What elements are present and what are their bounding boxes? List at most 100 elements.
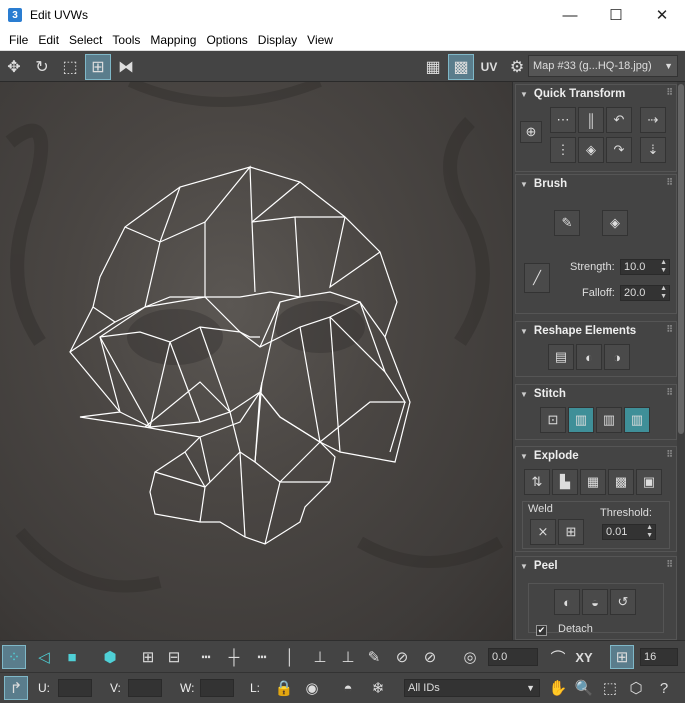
flip-horizontal-icon[interactable]: ⇢ (640, 107, 666, 133)
rollout-header-reshape[interactable]: ▼ Reshape Elements ⠿ (516, 322, 676, 340)
menu-tools[interactable]: Tools (107, 33, 145, 47)
rotation-field[interactable]: 0.0 (488, 648, 538, 666)
lock-icon[interactable]: 🔒 (272, 676, 296, 700)
explode-polygon-icon[interactable]: ▦ (580, 469, 606, 495)
ids-dropdown[interactable]: All IDs ▼ (404, 679, 540, 697)
menu-edit[interactable]: Edit (33, 33, 64, 47)
break-icon[interactable]: ⇅ (524, 469, 550, 495)
unpin-icon[interactable]: ⊥ (336, 645, 360, 669)
strength-value: 10.0 (624, 261, 646, 273)
edge-select-icon[interactable]: ◁ (32, 645, 56, 669)
rollout-header-quick-transform[interactable]: ▼ Quick Transform ⠿ (516, 85, 676, 103)
stitch-average-icon[interactable]: ▥ (596, 407, 622, 433)
mirror-icon[interactable]: ⧓ (113, 54, 139, 80)
element-select-icon[interactable]: ⬢ (98, 645, 122, 669)
relax-icon[interactable]: ◐ (576, 344, 602, 370)
maximize-button[interactable]: ☐ (593, 0, 639, 30)
threshold-spinner[interactable]: 0.01 ▲ ▼ (602, 524, 656, 540)
u-field[interactable] (58, 679, 92, 697)
visibility-eye-icon[interactable]: ◉ (300, 676, 324, 700)
edge-loop-icon[interactable]: │ (278, 645, 302, 669)
falloff-spinner[interactable]: 20.0 ▲ ▼ (620, 285, 670, 301)
align-vertical-icon[interactable]: ⋮ (550, 137, 576, 163)
reset-peel-icon[interactable]: ↺ (610, 589, 636, 615)
map-settings-icon[interactable]: ⚙ (504, 54, 530, 80)
absolute-mode-icon[interactable]: ↱ (4, 676, 28, 700)
space-vertical-icon[interactable]: ║ (578, 107, 604, 133)
scale-icon[interactable]: ⬚ (57, 54, 83, 80)
strength-spinner[interactable]: 10.0 ▲ ▼ (620, 259, 670, 275)
freeform-icon[interactable]: ⊞ (85, 53, 111, 80)
rotate-icon[interactable]: ↻ (29, 54, 55, 80)
minimize-button[interactable]: — (547, 0, 593, 30)
stitch-source-icon[interactable]: ▥ (568, 407, 594, 433)
menu-select[interactable]: Select (64, 33, 107, 47)
space-horizontal-icon[interactable]: ◈ (578, 137, 604, 163)
shrink-selection-icon[interactable]: ⊟ (162, 645, 186, 669)
rotate-cw-icon[interactable]: ↷ (606, 137, 632, 163)
stitch-custom-icon[interactable]: ⊡ (540, 407, 566, 433)
grid-snap-icon[interactable]: ⊞ (610, 645, 634, 669)
texture-checker-icon[interactable]: ▩ (448, 53, 474, 80)
rollout-header-peel[interactable]: ▼ Peel ⠿ (516, 557, 676, 575)
polygon-select-icon[interactable]: ■ (60, 645, 84, 669)
uv-toggle-button[interactable]: UV (476, 54, 502, 80)
rollout-header-brush[interactable]: ▼ Brush ⠿ (516, 175, 676, 193)
relax-brush-icon[interactable]: ◈ (602, 210, 628, 236)
weld-selected-icon[interactable]: ⨯ (530, 519, 556, 545)
ring-grow-icon[interactable]: ┼ (222, 645, 246, 669)
zoom-extents-icon[interactable]: ⬡ (624, 676, 648, 700)
vertex-select-icon[interactable]: ⁘ (2, 645, 26, 669)
map-dropdown[interactable]: Map #33 (g...HQ-18.jpg) ▼ (528, 55, 678, 77)
close-button[interactable]: ✕ (639, 0, 685, 30)
v-field[interactable] (128, 679, 162, 697)
freeze-icon[interactable]: ❄ (366, 676, 390, 700)
paint-shrink-icon[interactable]: ⊘ (418, 645, 442, 669)
explode-icon[interactable]: ▙ (552, 469, 578, 495)
explode-material-icon[interactable]: ▣ (636, 469, 662, 495)
quick-peel-icon[interactable]: ◐ (554, 589, 580, 615)
uv-viewport[interactable] (0, 82, 512, 640)
straighten-icon[interactable]: ▤ (548, 344, 574, 370)
menu-view[interactable]: View (302, 33, 338, 47)
checker-icon[interactable]: ▦ (420, 54, 446, 80)
flip-vertical-icon[interactable]: ⇣ (640, 137, 666, 163)
ring-shrink-icon[interactable]: ┅ (250, 645, 274, 669)
zoom-icon[interactable]: 🔍 (572, 676, 596, 700)
falloff-curve-icon[interactable]: ╱ (524, 263, 550, 293)
pan-hand-icon[interactable]: ✋ (546, 676, 570, 700)
align-horizontal-icon[interactable]: ⋯ (550, 107, 576, 133)
menu-file[interactable]: File (4, 33, 33, 47)
hide-icon[interactable]: ◓ (336, 676, 360, 700)
xy-toggle-button[interactable]: XY (572, 645, 596, 669)
paint-grow-icon[interactable]: ⊘ (390, 645, 414, 669)
rotate-ccw-icon[interactable]: ↶ (606, 107, 632, 133)
detach-checkbox[interactable]: ✔ (536, 625, 547, 636)
paint-select-icon[interactable]: ✎ (362, 645, 386, 669)
relax-options-icon[interactable]: ◑ (604, 344, 630, 370)
soft-selection-icon[interactable]: ◎ (458, 645, 482, 669)
grow-selection-icon[interactable]: ⊞ (136, 645, 160, 669)
menu-options[interactable]: Options (201, 33, 252, 47)
peel-mode-icon[interactable]: ◒ (582, 589, 608, 615)
paint-move-icon[interactable]: ✎ (554, 210, 580, 236)
w-field[interactable] (200, 679, 234, 697)
move-icon[interactable]: ✥ (1, 54, 27, 80)
explode-smoothing-icon[interactable]: ▩ (608, 469, 634, 495)
detach-label: Detach (558, 623, 593, 635)
loop-select-icon[interactable]: ┅ (194, 645, 218, 669)
help-icon[interactable]: ? (652, 676, 676, 700)
falloff-curve-icon[interactable]: ⌒ (546, 645, 570, 669)
panel-scrollbar[interactable] (677, 82, 685, 640)
rollout-header-explode[interactable]: ▼ Explode ⠿ (516, 447, 676, 465)
stitch-target-icon[interactable]: ▥ (624, 407, 650, 433)
zoom-region-icon[interactable]: ⬚ (598, 676, 622, 700)
rollout-header-stitch[interactable]: ▼ Stitch ⠿ (516, 385, 676, 403)
menu-mapping[interactable]: Mapping (145, 33, 201, 47)
scrollbar-thumb[interactable] (678, 84, 684, 434)
weld-target-icon[interactable]: ⊞ (558, 519, 584, 545)
menu-display[interactable]: Display (253, 33, 302, 47)
align-center-icon[interactable]: ⊕ (520, 121, 542, 143)
pin-icon[interactable]: ⊥ (308, 645, 332, 669)
grid-size-field[interactable]: 16 (640, 648, 678, 666)
